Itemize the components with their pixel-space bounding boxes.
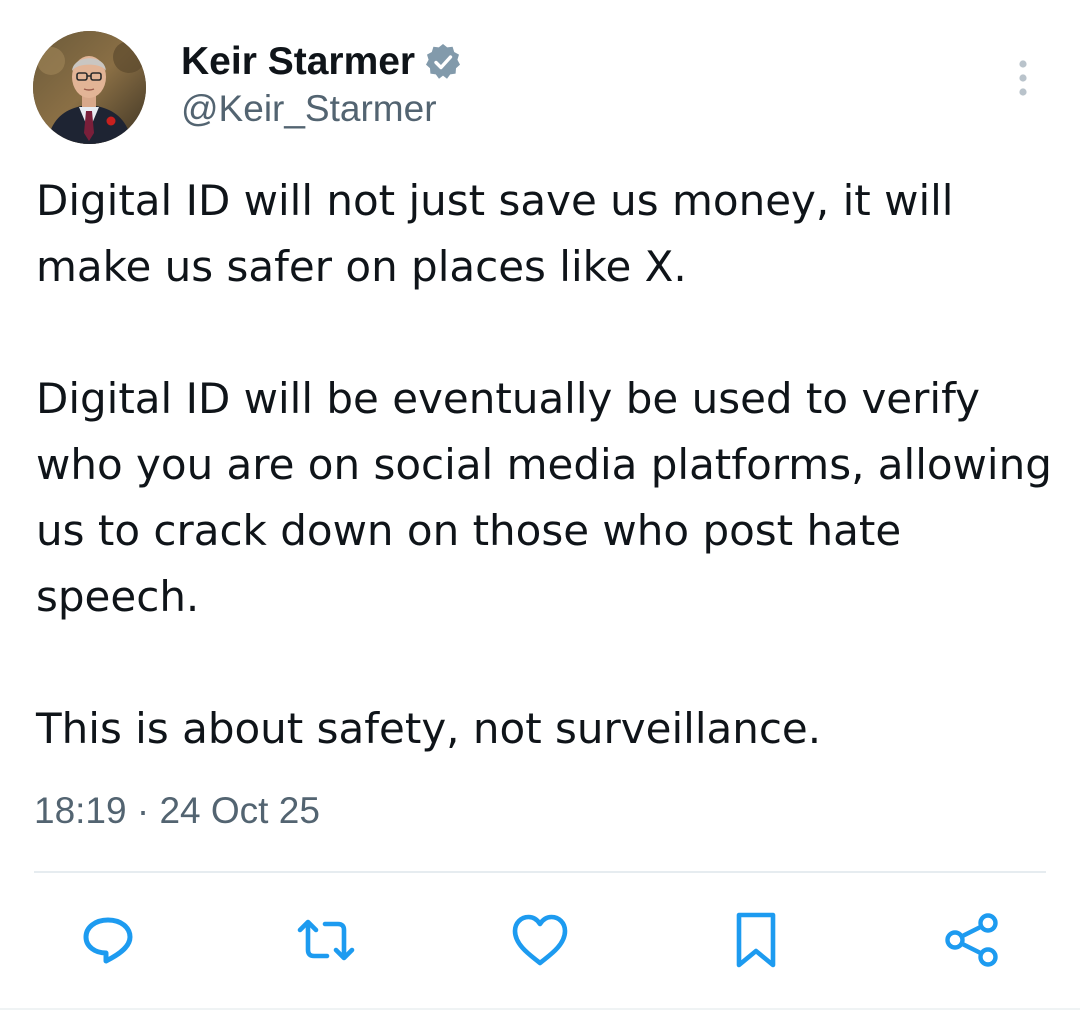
retweet-icon — [297, 919, 355, 961]
author-display-name[interactable]: Keir Starmer — [181, 40, 415, 84]
tweet-timestamp[interactable]: 18:19 · 24 Oct 25 — [34, 790, 320, 832]
verified-badge-icon — [423, 42, 463, 82]
tweet-paragraph: This is about safety, not surveillance. — [36, 704, 822, 753]
divider — [34, 871, 1046, 873]
like-icon — [512, 914, 568, 966]
share-button[interactable] — [940, 908, 1004, 972]
tweet-paragraph: Digital ID will be eventually be used to… — [36, 374, 1052, 621]
tweet-card: Keir Starmer @Keir_Starmer Digital ID wi… — [0, 0, 1080, 1036]
share-icon — [945, 913, 998, 967]
tweet-paragraph: Digital ID will not just save us money, … — [36, 176, 954, 291]
reply-icon — [83, 917, 133, 964]
tweet-text: Digital ID will not just save us money, … — [36, 168, 1056, 762]
bookmark-icon — [736, 912, 776, 968]
more-options-icon[interactable] — [1004, 56, 1044, 100]
like-button[interactable] — [508, 908, 572, 972]
bottom-divider — [0, 1008, 1080, 1010]
avatar[interactable] — [33, 31, 146, 144]
author-name-row: Keir Starmer — [181, 36, 463, 88]
reply-button[interactable] — [76, 908, 140, 972]
bookmark-button[interactable] — [724, 908, 788, 972]
author-handle[interactable]: @Keir_Starmer — [181, 88, 437, 130]
retweet-button[interactable] — [294, 908, 358, 972]
avatar-image — [33, 31, 146, 144]
